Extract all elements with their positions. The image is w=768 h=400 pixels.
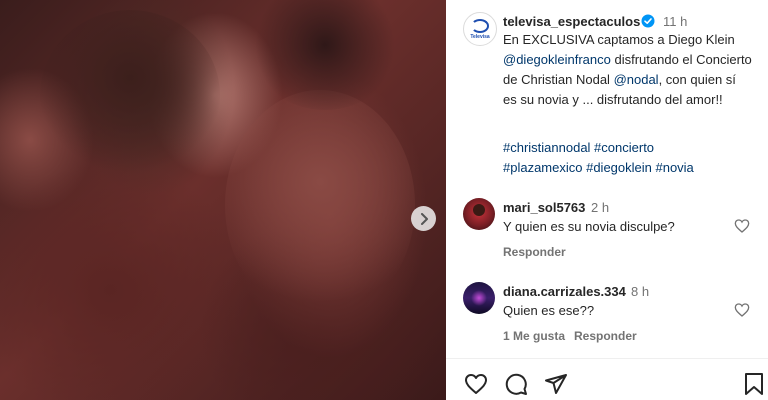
- post-hashtags: #christiannodal #concierto #plazamexico …: [503, 138, 753, 178]
- paper-plane-icon[interactable]: [544, 372, 568, 396]
- photo-figure-woman: [225, 90, 415, 320]
- bookmark-icon[interactable]: [742, 372, 766, 396]
- avatar[interactable]: [463, 198, 495, 230]
- avatar-photo: [471, 290, 487, 306]
- comment-text: Y quien es su novia disculpe?: [503, 219, 675, 234]
- post-caption: En EXCLUSIVA captamos a Diego Klein @die…: [503, 30, 753, 110]
- heart-icon[interactable]: [464, 372, 488, 396]
- avatar-logo-text: Televisa: [470, 33, 490, 40]
- comment-text: Quien es ese??: [503, 303, 595, 318]
- photo-figure-man: [40, 10, 220, 180]
- reply-button[interactable]: Responder: [574, 329, 637, 343]
- mention-nodal[interactable]: @nodal: [614, 72, 659, 87]
- photo-background-figure: [250, 0, 400, 110]
- comment-timestamp[interactable]: 8 h: [631, 284, 649, 299]
- post-photo[interactable]: [0, 0, 446, 400]
- avatar[interactable]: [463, 282, 495, 314]
- comment-like-heart-icon[interactable]: [734, 218, 750, 234]
- comment-timestamp[interactable]: 2 h: [591, 200, 609, 215]
- comment-bubble-icon[interactable]: [504, 372, 528, 396]
- author-username[interactable]: televisa_espectaculos: [503, 14, 640, 29]
- comment-username[interactable]: mari_sol5763: [503, 200, 585, 215]
- televisa-logo-icon: [471, 18, 489, 33]
- caption-text-1: En EXCLUSIVA captamos a Diego Klein: [503, 32, 735, 47]
- next-photo-button[interactable]: [411, 206, 436, 231]
- comment-username[interactable]: diana.carrizales.334: [503, 284, 626, 299]
- reply-button[interactable]: Responder: [503, 245, 566, 259]
- hashtags-line-2[interactable]: #plazamexico #diegoklein #novia: [503, 158, 753, 178]
- hashtags-line-1[interactable]: #christiannodal #concierto: [503, 138, 753, 158]
- comment-likes-count[interactable]: 1 Me gusta: [503, 329, 565, 343]
- verified-badge-icon: [641, 14, 655, 28]
- chevron-right-icon: [420, 212, 428, 225]
- post-timestamp[interactable]: 11 h: [663, 14, 687, 29]
- mention-diegokleinfranco[interactable]: @diegokleinfranco: [503, 52, 611, 67]
- author-avatar[interactable]: Televisa: [463, 12, 497, 46]
- comment-like-heart-icon[interactable]: [734, 302, 750, 318]
- action-bar-divider: [446, 358, 768, 359]
- avatar-photo: [473, 204, 485, 216]
